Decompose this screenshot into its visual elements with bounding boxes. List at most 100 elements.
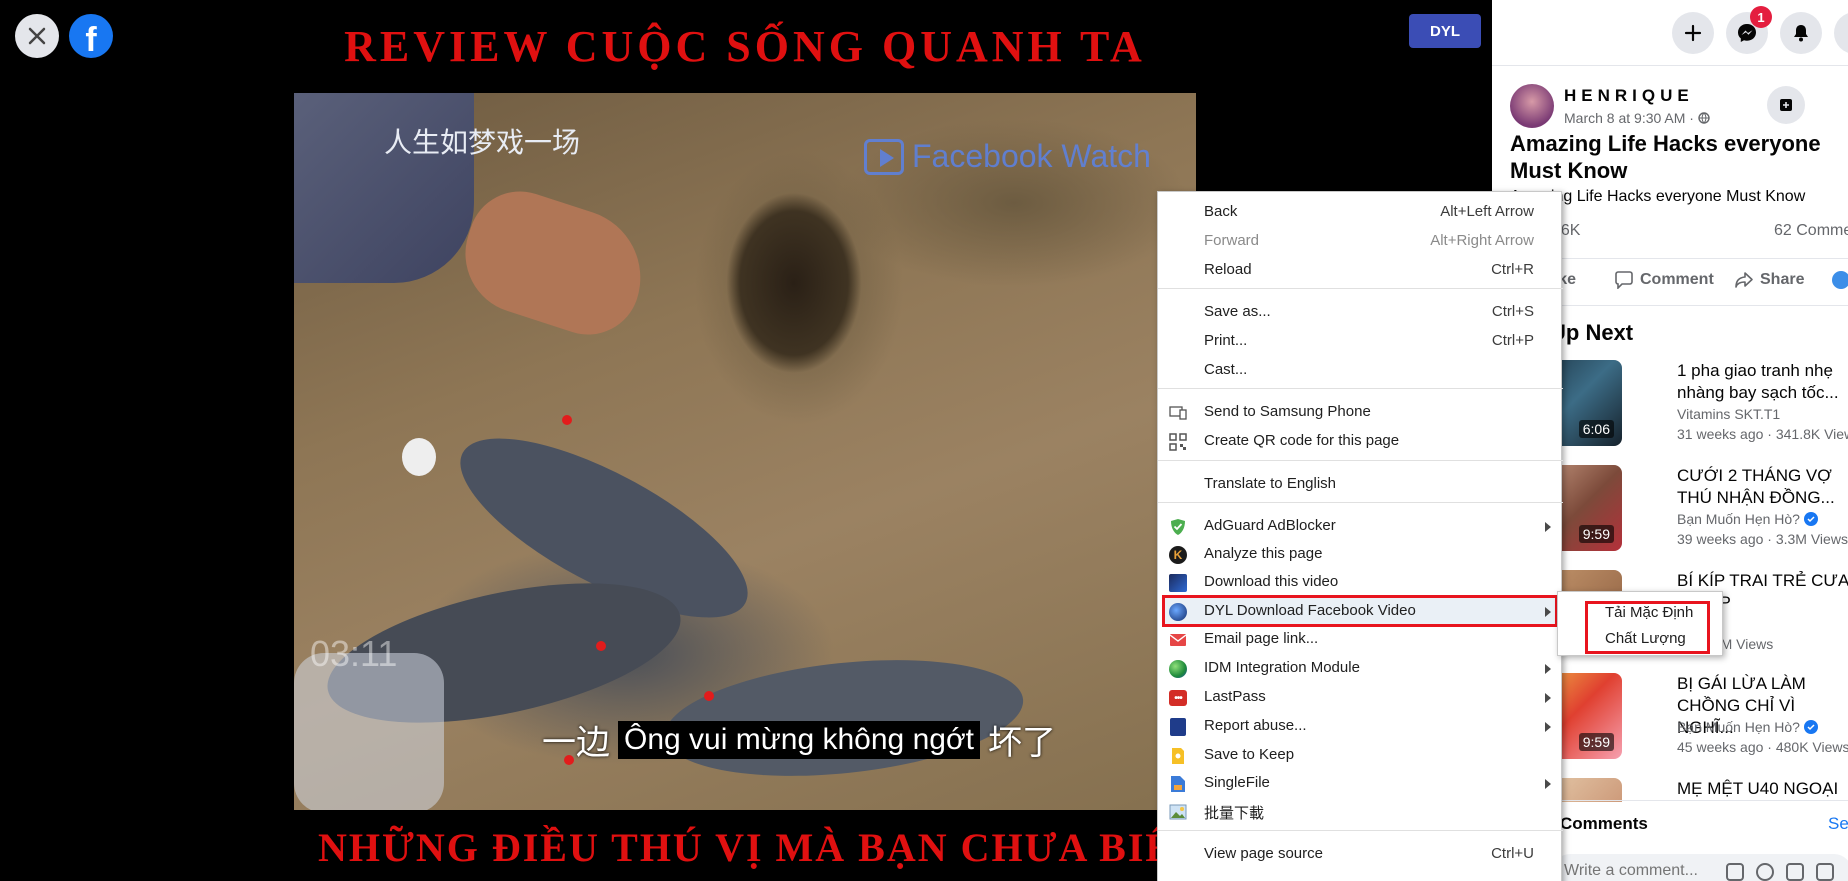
dyl-download-button[interactable]: DYL [1409,14,1481,48]
idm-globe-icon [1168,659,1188,679]
post-author[interactable]: HENRIQUE [1564,86,1694,106]
menu-item-label: Save as... [1204,303,1271,320]
menu-item-label: View page source [1204,845,1323,862]
post-title: Amazing Life Hacks everyone Must Know [1510,131,1821,183]
report-icon [1168,717,1188,737]
video-duration: 9:59 [1578,733,1614,751]
camera-icon[interactable] [1786,863,1804,881]
lastpass-icon: ••• [1168,688,1188,708]
share-button[interactable]: Share [1734,271,1804,289]
menu-item-singlefile[interactable]: SingleFile [1158,769,1563,797]
menu-item-send-to-phone[interactable]: Send to Samsung Phone [1158,398,1563,426]
video-scene-bottle [294,653,444,810]
top-nav-bar [1492,0,1848,66]
menu-item-report-abuse[interactable]: Report abuse... [1158,712,1563,740]
comments-count[interactable]: 62 Comments [1774,222,1848,240]
bookmark-icon [1780,99,1792,111]
globe-icon [1698,112,1710,124]
menu-item-save-to-keep[interactable]: Save to Keep [1158,741,1563,769]
video-timecode: 03:11 [310,633,398,674]
menu-item-label: Reload [1204,261,1252,278]
related-video-title[interactable]: MẸ MỆT U40 NGOẠI [1677,778,1848,800]
video-scene-dot [562,415,572,425]
related-video-channel[interactable]: Vitamins SKT.T1 [1677,406,1780,422]
see-all-comments-link[interactable]: See [1828,814,1848,834]
menu-item-batch-download[interactable]: 批量下載 [1158,797,1563,825]
subtitle-cn-left: 一边 [542,724,610,762]
video-player[interactable]: 人生如梦戏一场 Facebook Watch 03:11 一边 Ông vui … [294,93,1196,810]
plus-icon [1684,24,1702,42]
submenu-arrow-icon [1545,722,1551,732]
comment-label: Comment [1640,271,1714,288]
menu-item-view-source[interactable]: View page source Ctrl+U [1158,840,1563,868]
menu-item-back[interactable]: Back Alt+Left Arrow [1158,198,1563,226]
close-button[interactable] [15,14,59,58]
menu-item-reload[interactable]: Reload Ctrl+R [1158,256,1563,284]
bell-icon [1794,25,1808,42]
share-icon [1735,272,1753,288]
menu-item-forward[interactable]: Forward Alt+Right Arrow [1158,227,1563,255]
submenu-arrow-icon [1545,664,1551,674]
email-icon [1168,630,1188,650]
menu-item-analyze-page[interactable]: K Analyze this page [1158,540,1563,568]
account-button[interactable] [1834,12,1848,54]
avatar[interactable] [1510,84,1554,128]
avatar-sticker-icon[interactable] [1726,863,1744,881]
screen: f DYL REVIEW CUỘC SỐNG QUANH TA 人生如梦戏一场 … [0,0,1848,881]
menu-item-shortcut: Alt+Left Arrow [1440,203,1534,220]
menu-separator [1158,288,1563,289]
dyl-submenu: Tải Mặc Định Chất Lượng [1557,591,1723,656]
menu-item-create-qr-code[interactable]: Create QR code for this page [1158,427,1563,455]
play-icon [864,138,904,175]
facebook-logo[interactable]: f [69,14,113,59]
submenu-item-quality[interactable]: Chất Lượng [1605,630,1686,647]
menu-item-shortcut: Ctrl+P [1491,332,1534,349]
menu-item-print[interactable]: Print... Ctrl+P [1158,327,1563,355]
gif-icon[interactable] [1816,863,1834,881]
comment-button[interactable]: Comment [1614,271,1714,289]
subtitle-cn-right: 坏了 [987,724,1056,762]
video-subtitle: 一边 Ông vui mừng không ngớt 坏了 [534,715,1064,764]
menu-item-label: Translate to English [1204,475,1337,492]
emoji-icon[interactable] [1756,863,1774,881]
related-video-title[interactable]: 1 pha giao tranh nhẹ nhàng bay sạch tốc.… [1677,360,1848,404]
dyl-globe-icon [1168,602,1188,622]
menu-item-email-link[interactable]: Email page link... [1158,625,1563,653]
related-video-meta: 45 weeks ago · 480K Views [1677,739,1848,755]
related-video-title[interactable]: CƯỚI 2 THÁNG VỢ THÚ NHẬN ĐỒNG... [1677,465,1848,509]
video-scene-hand [449,178,659,348]
save-post-button[interactable] [1767,86,1805,124]
reaction-picker-button[interactable] [1832,271,1848,289]
menu-item-shortcut: Alt+Right Arrow [1430,232,1534,249]
video-download-icon [1168,573,1188,593]
comment-input[interactable] [1564,862,1714,880]
submenu-item-default[interactable]: Tải Mặc Định [1605,604,1693,621]
channel-name: Bạn Muốn Hẹn Hò? [1677,511,1800,527]
menu-item-translate[interactable]: Translate to English [1158,470,1563,498]
notifications-button[interactable] [1780,12,1822,54]
menu-item-label: 批量下載 [1204,805,1265,822]
menu-item-label: LastPass [1204,688,1266,705]
menu-item-idm[interactable]: IDM Integration Module [1158,654,1563,682]
menu-item-label: Create QR code for this page [1204,432,1400,449]
menu-item-label: Analyze this page [1204,545,1323,562]
menu-item-save-as[interactable]: Save as... Ctrl+S [1158,298,1563,326]
menu-item-dyl-download[interactable]: DYL Download Facebook Video [1158,597,1563,625]
menu-item-label: Print... [1204,332,1248,349]
comment-box[interactable] [1552,854,1848,881]
related-video-channel[interactable]: Bạn Muốn Hẹn Hò? [1677,719,1818,735]
verified-badge-icon [1803,512,1818,526]
create-button[interactable] [1672,12,1714,54]
menu-item-adguard[interactable]: AdGuard AdBlocker [1158,512,1563,540]
menu-item-lastpass[interactable]: ••• LastPass [1158,683,1563,711]
channel-name: Bạn Muốn Hẹn Hò? [1677,719,1800,735]
notification-badge: 1 [1750,6,1772,28]
menu-item-label: IDM Integration Module [1204,659,1360,676]
menu-item-cast[interactable]: Cast... [1158,356,1563,384]
menu-separator [1158,388,1563,389]
related-video-channel[interactable]: Bạn Muốn Hẹn Hò? [1677,511,1818,527]
menu-item-download-video[interactable]: Download this video [1158,568,1563,596]
menu-separator [1158,830,1563,831]
video-scene-dot [704,691,714,701]
post-timestamp: March 8 at 9:30 AM · [1564,110,1710,126]
